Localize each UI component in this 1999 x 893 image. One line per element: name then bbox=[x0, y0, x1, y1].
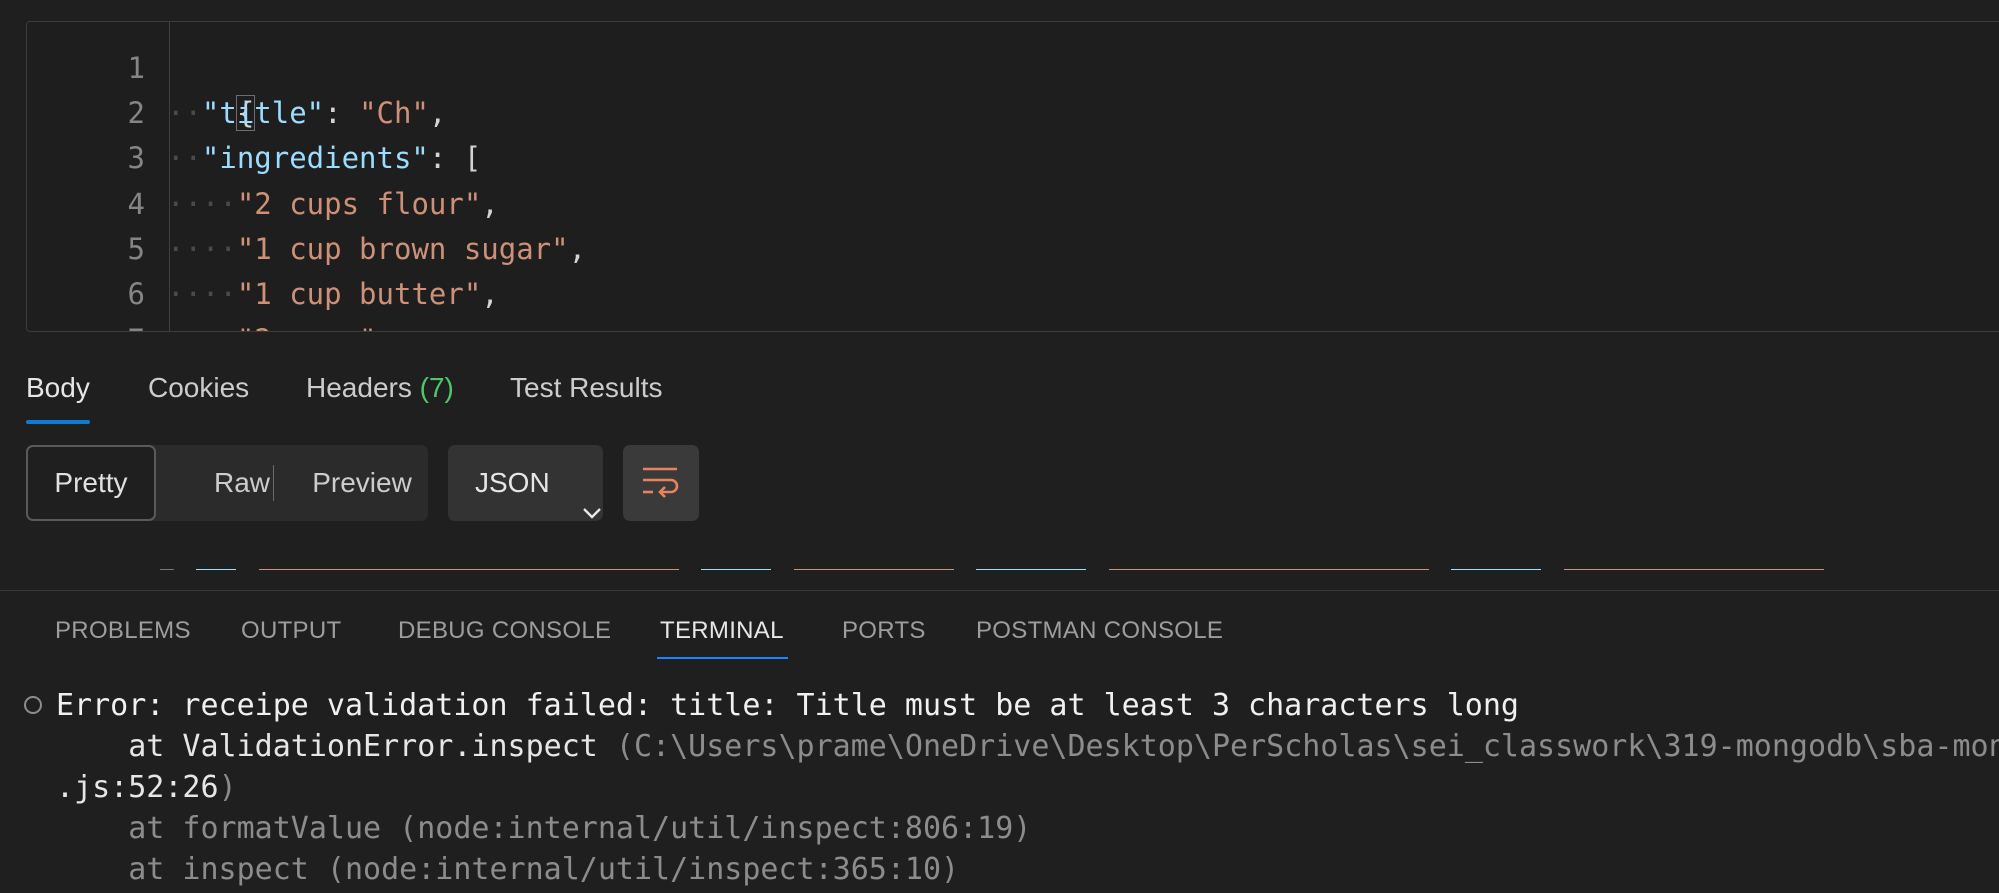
code-line[interactable]: ····"1 cup brown sugar", bbox=[167, 227, 586, 272]
request-body-editor[interactable]: 1 2 3 4 5 6 7 { ··"title": "Ch", ··"ingr… bbox=[26, 21, 1999, 332]
tab-output[interactable]: OUTPUT bbox=[241, 617, 341, 645]
json-key: "title" bbox=[201, 96, 325, 130]
line-number-gutter: 1 2 3 4 5 6 7 bbox=[27, 22, 169, 331]
chevron-down-icon bbox=[555, 473, 602, 549]
json-string: "1 cup brown sugar" bbox=[236, 232, 569, 266]
tab-headers[interactable]: Headers (7) bbox=[306, 372, 454, 404]
code-line[interactable]: ··"ingredients": [ bbox=[167, 136, 481, 181]
json-string: "2 eggs" bbox=[237, 323, 377, 331]
line-number: 3 bbox=[127, 141, 145, 175]
command-status-icon[interactable] bbox=[24, 696, 42, 714]
json-string: "2 cups flour" bbox=[236, 187, 482, 221]
language-label: JSON bbox=[475, 467, 550, 498]
wrap-lines-icon bbox=[643, 467, 679, 498]
json-string: "1 cup butter" bbox=[236, 277, 482, 311]
terminal-error-line: Error: receipe validation failed: title:… bbox=[56, 688, 1519, 723]
line-number: 1 bbox=[127, 51, 145, 85]
tab-ports[interactable]: PORTS bbox=[842, 617, 926, 645]
terminal-stack-line: at ValidationError.inspect (C:\Users\pra… bbox=[56, 726, 1999, 767]
tab-problems[interactable]: PROBLEMS bbox=[55, 617, 191, 645]
code-line[interactable]: ····"2 cups flour", bbox=[167, 182, 499, 227]
code-line[interactable]: ····"1 cup butter", bbox=[167, 272, 499, 317]
view-mode-segmented-control: Pretty Raw Preview bbox=[26, 445, 428, 521]
preview-button[interactable]: Preview bbox=[306, 445, 418, 521]
json-string: "Ch" bbox=[359, 96, 429, 130]
line-number: 7 bbox=[85, 318, 145, 331]
json-key: "ingredients" bbox=[201, 141, 429, 175]
terminal-stack-line: at formatValue (node:internal/util/inspe… bbox=[56, 811, 1032, 846]
code-line[interactable]: ··"title": "Ch", bbox=[167, 91, 446, 136]
active-tab-indicator bbox=[26, 420, 90, 424]
segment-divider bbox=[273, 465, 274, 501]
tab-postman-console[interactable]: POSTMAN CONSOLE bbox=[976, 617, 1223, 645]
wrap-lines-button[interactable] bbox=[623, 445, 699, 521]
language-dropdown[interactable]: JSON bbox=[448, 445, 603, 521]
code-line[interactable]: ····"2 eggs", bbox=[167, 318, 394, 331]
response-body-preview bbox=[160, 560, 1999, 570]
tab-cookies[interactable]: Cookies bbox=[148, 372, 249, 404]
line-number: 6 bbox=[127, 277, 145, 311]
line-number: 4 bbox=[127, 187, 145, 221]
tab-headers-label: Headers bbox=[306, 372, 412, 403]
headers-count-badge: (7) bbox=[419, 372, 454, 403]
pretty-button[interactable]: Pretty bbox=[26, 445, 156, 521]
tab-test-results[interactable]: Test Results bbox=[510, 372, 663, 404]
raw-button[interactable]: Raw bbox=[186, 445, 298, 521]
tab-debug-console[interactable]: DEBUG CONSOLE bbox=[398, 617, 611, 645]
terminal-stack-line: at inspect (node:internal/util/inspect:3… bbox=[56, 852, 960, 887]
active-panel-indicator bbox=[657, 657, 788, 659]
line-number: 5 bbox=[127, 232, 145, 266]
code-line[interactable]: { bbox=[167, 46, 256, 131]
tab-terminal[interactable]: TERMINAL bbox=[660, 617, 784, 645]
panel-divider bbox=[0, 590, 1999, 591]
line-number: 2 bbox=[127, 96, 145, 130]
terminal-stack-line: .js:52:26) bbox=[56, 770, 237, 805]
file-path-link[interactable]: (C:\Users\prame\OneDrive\Desktop\PerScho… bbox=[616, 729, 1999, 764]
tab-body[interactable]: Body bbox=[26, 372, 90, 404]
